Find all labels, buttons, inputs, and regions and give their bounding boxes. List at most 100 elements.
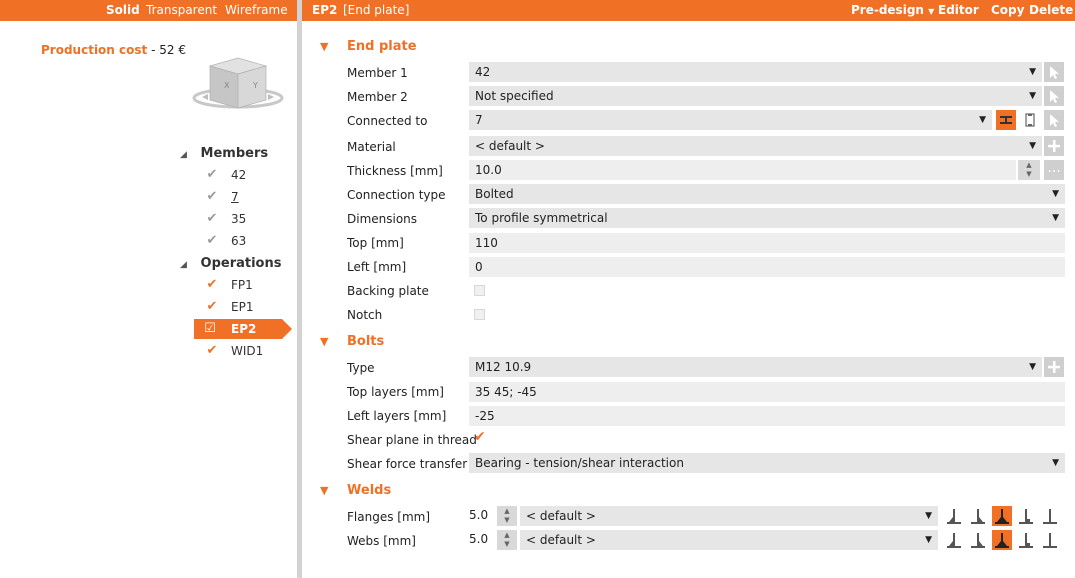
notch-label: Notch [347,308,383,322]
checkmark-icon[interactable]: ✔ [204,209,220,229]
stepper-down-icon[interactable]: ▼ [1018,170,1040,178]
weld-type-double-icon[interactable] [992,506,1012,526]
backing-plate-checkbox[interactable] [474,285,485,296]
more-options-button[interactable]: ... [1044,160,1064,180]
tree-group-operations[interactable]: ◢ Operations [180,256,281,271]
section-title: End plate [347,39,417,54]
shear-plane-checkbox-checked-icon[interactable]: ✔ [474,429,486,445]
member1-select[interactable]: 42 ▼ [469,62,1042,82]
tree-item-member[interactable]: ✔ 63 [204,231,294,251]
copy-button[interactable]: Copy [991,0,1024,21]
tree-item-member[interactable]: ✔ 35 [204,209,294,229]
stepper-up-icon[interactable]: ▲ [497,531,517,539]
shear-force-select[interactable]: Bearing - tension/shear interaction ▼ [469,453,1065,473]
tree-item-operation[interactable]: ✔ WID1 [204,341,294,361]
checkbox-checked-icon[interactable]: ☑ [202,319,218,339]
thickness-stepper[interactable]: ▲ ▼ [1018,160,1040,180]
weld-type-single-icon[interactable] [944,506,964,526]
material-select[interactable]: < default > ▼ [469,136,1042,156]
tree-item-operation[interactable]: ✔ FP1 [204,275,294,295]
view-cube-icon[interactable]: X Y [190,56,286,112]
chevron-down-icon: ▼ [1052,458,1059,468]
operation-name: EP2 [312,3,338,17]
chevron-down-icon: ▼ [1052,213,1059,223]
section-end-plate[interactable]: ▼ End plate [320,39,417,54]
weld-type-single-icon[interactable] [944,530,964,550]
thickness-input[interactable]: 10.0 [469,160,1016,180]
checkmark-icon[interactable]: ✔ [204,231,220,251]
flanges-material-select[interactable]: < default > ▼ [520,506,938,526]
webs-size-stepper[interactable]: ▲ ▼ [497,530,517,550]
checkmark-icon[interactable]: ✔ [204,187,220,207]
view-solid-button[interactable]: Solid [106,0,140,21]
flanges-size-stepper[interactable]: ▲ ▼ [497,506,517,526]
connect-to-flange-icon[interactable] [996,110,1016,130]
flanges-size-input[interactable]: 5.0 [469,508,488,522]
left-label: Left [mm] [347,260,407,274]
view-transparent-button[interactable]: Transparent [146,0,217,21]
weld-type-right-icon[interactable] [968,506,988,526]
pick-cursor-button[interactable] [1044,110,1064,130]
connect-to-web-icon[interactable] [1020,110,1040,130]
weld-type-butt-icon[interactable] [1016,506,1036,526]
left-layers-input[interactable]: -25 [469,406,1065,426]
pick-cursor-button[interactable] [1044,86,1064,106]
webs-material-select[interactable]: < default > ▼ [520,530,938,550]
webs-material-value: < default > [526,533,596,547]
connected-to-label: Connected to [347,114,428,128]
collapse-triangle-icon[interactable]: ▼ [320,40,347,53]
add-bolt-type-button[interactable] [1044,357,1064,377]
left-input[interactable]: 0 [469,257,1065,277]
predesign-button[interactable]: Pre-design ▼ [851,0,934,22]
section-welds[interactable]: ▼ Welds [320,483,391,498]
connection-type-select[interactable]: Bolted ▼ [469,184,1065,204]
checkmark-icon[interactable]: ✔ [204,341,220,361]
stepper-down-icon[interactable]: ▼ [497,516,517,524]
top-input[interactable]: 110 [469,233,1065,253]
weld-type-butt-icon[interactable] [1016,530,1036,550]
section-bolts[interactable]: ▼ Bolts [320,334,384,349]
weld-type-none-icon[interactable] [1040,506,1060,526]
svg-text:Y: Y [252,81,258,90]
collapse-triangle-icon[interactable]: ◢ [180,150,196,160]
tree-item-operation[interactable]: ✔ EP1 [204,297,294,317]
tree-item-label: FP1 [231,278,253,292]
weld-type-right-icon[interactable] [968,530,988,550]
collapse-triangle-icon[interactable]: ▼ [320,335,347,348]
webs-size-input[interactable]: 5.0 [469,532,488,546]
bolt-type-value: M12 10.9 [475,360,532,374]
collapse-triangle-icon[interactable]: ▼ [320,484,347,497]
tree-group-members[interactable]: ◢ Members [180,146,268,161]
checkmark-icon[interactable]: ✔ [204,165,220,185]
operation-type: [End plate] [343,3,410,17]
tree-item-member[interactable]: ✔ 7 [204,187,294,207]
connected-to-select[interactable]: 7 ▼ [469,110,992,130]
webs-label: Webs [mm] [347,534,416,548]
pick-cursor-button[interactable] [1044,62,1064,82]
editor-button[interactable]: Editor [938,0,979,21]
bolt-type-select[interactable]: M12 10.9 ▼ [469,357,1042,377]
checkmark-icon[interactable]: ✔ [204,275,220,295]
stepper-down-icon[interactable]: ▼ [497,540,517,548]
dimensions-select[interactable]: To profile symmetrical ▼ [469,208,1065,228]
tree-item-operation-selected[interactable]: ☑ EP2 [194,319,292,339]
delete-button[interactable]: Delete [1029,0,1073,21]
stepper-up-icon[interactable]: ▲ [1018,161,1040,169]
add-material-button[interactable] [1044,136,1064,156]
weld-type-none-icon[interactable] [1040,530,1060,550]
tree-item-label: 7 [231,190,239,204]
collapse-triangle-icon[interactable]: ◢ [180,260,196,270]
section-title: Welds [347,483,392,498]
tree-item-label: 35 [231,212,247,226]
weld-type-double-icon[interactable] [992,530,1012,550]
tree-item-member[interactable]: ✔ 42 [204,165,294,185]
checkmark-icon[interactable]: ✔ [204,297,220,317]
top-label: Top [mm] [347,236,404,250]
notch-checkbox[interactable] [474,309,485,320]
shear-plane-label: Shear plane in thread [347,433,477,447]
view-wireframe-button[interactable]: Wireframe [225,0,288,21]
top-layers-input[interactable]: 35 45; -45 [469,382,1065,402]
stepper-up-icon[interactable]: ▲ [497,507,517,515]
connected-to-value: 7 [475,113,483,127]
member2-select[interactable]: Not specified ▼ [469,86,1042,106]
